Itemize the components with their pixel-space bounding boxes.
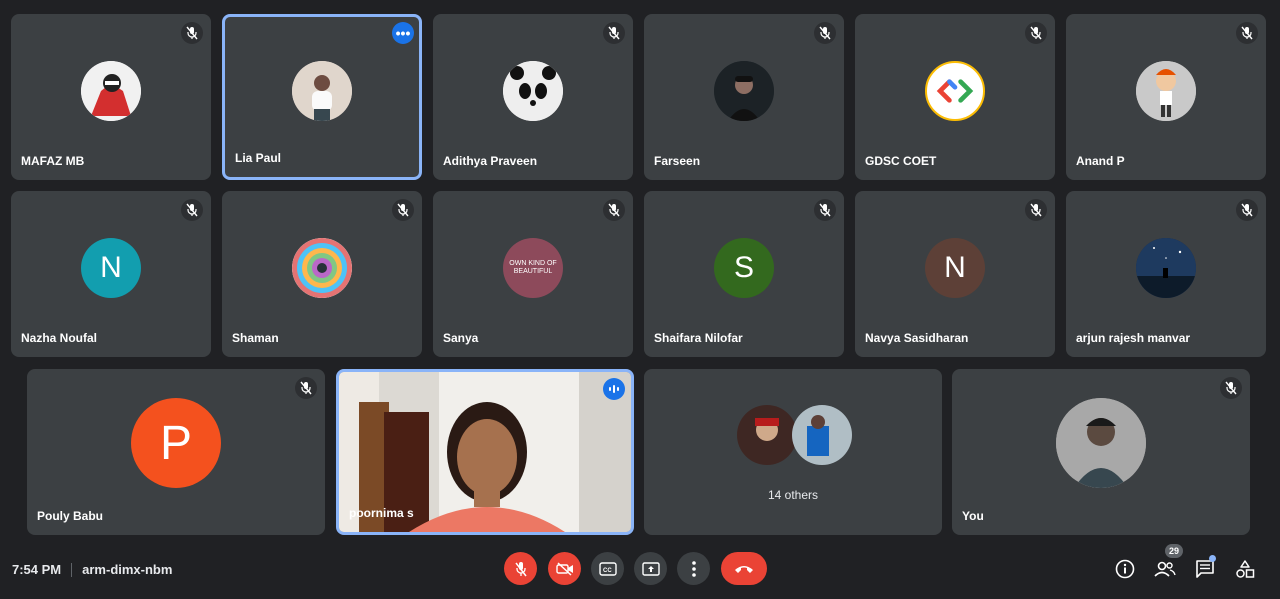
svg-text:CC: CC	[603, 568, 612, 574]
participant-avatar	[1136, 238, 1196, 298]
more-options-icon[interactable]: •••	[392, 22, 414, 44]
leave-call-button[interactable]	[721, 552, 767, 585]
gdsc-logo-icon	[925, 61, 985, 121]
activities-button[interactable]	[1233, 557, 1257, 581]
mic-off-icon	[814, 22, 836, 44]
participant-name: Lia Paul	[235, 151, 282, 165]
mic-off-icon	[814, 199, 836, 221]
participant-name: Adithya Praveen	[443, 154, 538, 168]
present-screen-button[interactable]	[634, 552, 667, 585]
mic-off-icon	[181, 22, 203, 44]
participant-avatar	[292, 238, 352, 298]
participant-name: Pouly Babu	[37, 509, 104, 523]
participant-tile-poornima[interactable]: poornima s	[336, 369, 634, 535]
closed-captions-icon: CC	[598, 561, 617, 576]
participant-avatar	[1056, 398, 1146, 488]
participant-avatar	[503, 61, 563, 121]
participant-name: Navya Sasidharan	[865, 331, 969, 345]
mic-off-icon	[392, 199, 414, 221]
mic-off-icon	[1220, 377, 1242, 399]
mic-off-icon	[514, 561, 527, 576]
people-count-badge: 29	[1165, 544, 1183, 558]
others-tile[interactable]: 14 others	[644, 369, 942, 535]
participant-avatar: OWN KIND OF BEAUTIFUL	[503, 238, 563, 298]
participant-avatar	[714, 61, 774, 121]
participant-name: arjun rajesh manvar	[1076, 331, 1191, 345]
participant-name: Farseen	[654, 154, 701, 168]
divider	[71, 562, 73, 577]
mic-off-icon	[603, 22, 625, 44]
participant-tile-gdsc[interactable]: GDSC COET	[855, 14, 1055, 180]
participant-name: MAFAZ MB	[21, 154, 85, 168]
participant-name: Nazha Noufal	[21, 331, 98, 345]
chat-icon	[1196, 560, 1214, 578]
captions-button[interactable]: CC	[591, 552, 624, 585]
mic-off-icon	[1025, 22, 1047, 44]
more-options-button[interactable]	[677, 552, 710, 585]
mic-off-icon	[1236, 199, 1258, 221]
people-icon	[1154, 561, 1176, 577]
new-message-dot	[1209, 555, 1216, 562]
participant-tile-arjun[interactable]: arjun rajesh manvar	[1066, 191, 1266, 357]
participant-avatar: N	[81, 238, 141, 298]
more-vertical-icon	[691, 560, 696, 577]
people-button[interactable]	[1153, 557, 1177, 581]
participant-avatar	[292, 61, 352, 121]
participant-name: Shaifara Nilofar	[654, 331, 743, 345]
info-icon	[1115, 559, 1135, 579]
mic-off-icon	[1025, 199, 1047, 221]
mic-off-icon	[295, 377, 317, 399]
participant-tile-lia[interactable]: ••• Lia Paul	[222, 14, 422, 180]
participant-tile-adithya[interactable]: Adithya Praveen	[433, 14, 633, 180]
participant-name: You	[962, 509, 984, 523]
activities-icon	[1236, 560, 1255, 578]
participant-tile-shaman[interactable]: Shaman	[222, 191, 422, 357]
bottom-toolbar: 7:54 PM arm-dimx-nbm CC 29	[0, 540, 1280, 599]
participant-tile-you[interactable]: You	[952, 369, 1250, 535]
participant-name: Anand P	[1076, 154, 1125, 168]
participant-tile-anand[interactable]: Anand P	[1066, 14, 1266, 180]
mic-off-icon	[1236, 22, 1258, 44]
participant-tile-mafaz[interactable]: MAFAZ MB	[11, 14, 211, 180]
participant-name: GDSC COET	[865, 154, 937, 168]
toggle-mic-button[interactable]	[504, 552, 537, 585]
present-icon	[641, 561, 660, 576]
others-count: 14 others	[767, 488, 819, 502]
participant-avatar: P	[131, 398, 221, 488]
participant-avatar: S	[714, 238, 774, 298]
participant-tile-navya[interactable]: N Navya Sasidharan	[855, 191, 1055, 357]
others-avatars	[737, 404, 852, 466]
participant-name: Sanya	[443, 331, 479, 345]
participant-name: poornima s	[349, 506, 414, 520]
participant-avatar	[81, 61, 141, 121]
participant-tile-farseen[interactable]: Farseen	[644, 14, 844, 180]
mic-off-icon	[603, 199, 625, 221]
meeting-info: 7:54 PM arm-dimx-nbm	[12, 562, 172, 577]
camera-off-icon	[555, 561, 573, 576]
meeting-time: 7:54 PM	[12, 562, 62, 577]
hang-up-icon	[735, 565, 753, 573]
participant-tile-pouly[interactable]: P Pouly Babu	[27, 369, 325, 535]
speaking-indicator-icon	[603, 378, 625, 400]
participant-avatar: N	[925, 238, 985, 298]
toggle-camera-button[interactable]	[548, 552, 581, 585]
participant-tile-shaifara[interactable]: S Shaifara Nilofar	[644, 191, 844, 357]
participant-tile-nazha[interactable]: N Nazha Noufal	[11, 191, 211, 357]
meeting-details-button[interactable]	[1113, 557, 1137, 581]
mic-off-icon	[181, 199, 203, 221]
meeting-code[interactable]: arm-dimx-nbm	[82, 562, 172, 577]
participant-tile-sanya[interactable]: OWN KIND OF BEAUTIFUL Sanya	[433, 191, 633, 357]
participant-avatar	[1136, 61, 1196, 121]
participant-name: Shaman	[232, 331, 279, 345]
